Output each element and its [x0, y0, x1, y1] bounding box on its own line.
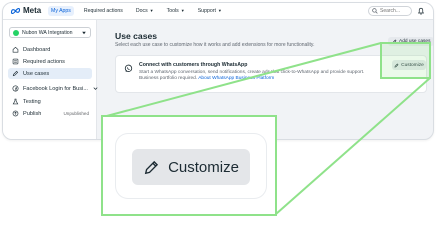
- use-case-title: Connect with customers through WhatsApp: [139, 62, 248, 68]
- meta-logo[interactable]: Meta: [10, 6, 41, 16]
- customize-label-zoomed: Customize: [168, 158, 239, 176]
- flask-icon: [12, 98, 19, 105]
- sidebar-item-label: Publish: [23, 110, 42, 117]
- nav-label: Support: [197, 8, 216, 14]
- sidebar-item-label: Use cases: [23, 70, 50, 77]
- nav-docs[interactable]: Docs ▼: [133, 6, 157, 16]
- nav-label: My Apps: [51, 8, 71, 14]
- use-case-description: Start a WhatsApp conversation, send noti…: [139, 70, 367, 83]
- app-selector[interactable]: Nubon WA Integration: [9, 27, 91, 38]
- home-icon: [12, 46, 19, 53]
- sidebar-item-publish[interactable]: Publish Unpublished: [8, 108, 92, 119]
- publish-icon: [12, 110, 19, 117]
- zoom-panel: Customize: [116, 134, 266, 198]
- highlight-box: [380, 42, 431, 79]
- main-nav: My Apps Required actions Docs ▼ Tools ▼ …: [48, 6, 225, 16]
- nav-required-actions[interactable]: Required actions: [81, 6, 126, 16]
- sidebar-item-facebook-login[interactable]: Facebook Login for Busi...: [8, 83, 98, 94]
- whatsapp-platform-link[interactable]: About WhatsApp Business Platform: [198, 76, 274, 81]
- sidebar-item-use-cases[interactable]: Use cases: [8, 68, 92, 79]
- sidebar-item-required-actions[interactable]: Required actions: [8, 56, 92, 67]
- nav-my-apps[interactable]: My Apps: [48, 6, 74, 16]
- page-title: Use cases: [115, 31, 158, 41]
- nav-label: Docs: [135, 8, 148, 14]
- sidebar-item-label: Dashboard: [23, 46, 51, 53]
- chevron-down-icon[interactable]: [92, 85, 99, 92]
- caret-down-icon: ▼: [217, 8, 222, 13]
- nav-label: Required actions: [83, 8, 123, 14]
- caret-down-icon: ▼: [180, 8, 185, 13]
- bell-icon[interactable]: [417, 7, 425, 15]
- chevron-down-icon: [82, 31, 86, 34]
- sidebar-item-label: Facebook Login for Busi...: [23, 85, 88, 92]
- sidebar-item-label: Testing: [23, 98, 41, 105]
- facebook-icon: [12, 85, 19, 92]
- pencil-icon: [144, 160, 159, 174]
- page-subtitle: Select each use case to customize how it…: [115, 42, 315, 48]
- app-icon: [13, 29, 19, 36]
- nav-tools[interactable]: Tools ▼: [164, 6, 188, 16]
- sidebar-item-label: Required actions: [23, 58, 65, 65]
- meta-infinity-icon: [10, 7, 21, 15]
- sidebar-item-dashboard[interactable]: Dashboard: [8, 44, 92, 55]
- search-icon: [372, 8, 378, 14]
- sidebar-item-testing[interactable]: Testing: [8, 96, 92, 107]
- logo-text: Meta: [23, 6, 42, 15]
- search-box[interactable]: [368, 6, 412, 16]
- customize-button-zoomed[interactable]: Customize: [132, 149, 250, 185]
- status-badge: Unpublished: [63, 111, 89, 116]
- top-navigation-bar: Meta My Apps Required actions Docs ▼ Too…: [3, 3, 433, 20]
- zoom-callout: Customize: [101, 115, 277, 216]
- nav-label: Tools: [166, 8, 179, 14]
- sidebar: Nubon WA Integration Dashboard Required …: [3, 20, 98, 139]
- list-icon: [12, 58, 19, 65]
- nav-support[interactable]: Support ▼: [195, 6, 225, 16]
- search-input[interactable]: [380, 7, 410, 15]
- pencil-icon: [12, 70, 19, 77]
- whatsapp-icon: [124, 64, 133, 72]
- app-name: Nubon WA Integration: [22, 29, 73, 36]
- caret-down-icon: ▼: [149, 8, 154, 13]
